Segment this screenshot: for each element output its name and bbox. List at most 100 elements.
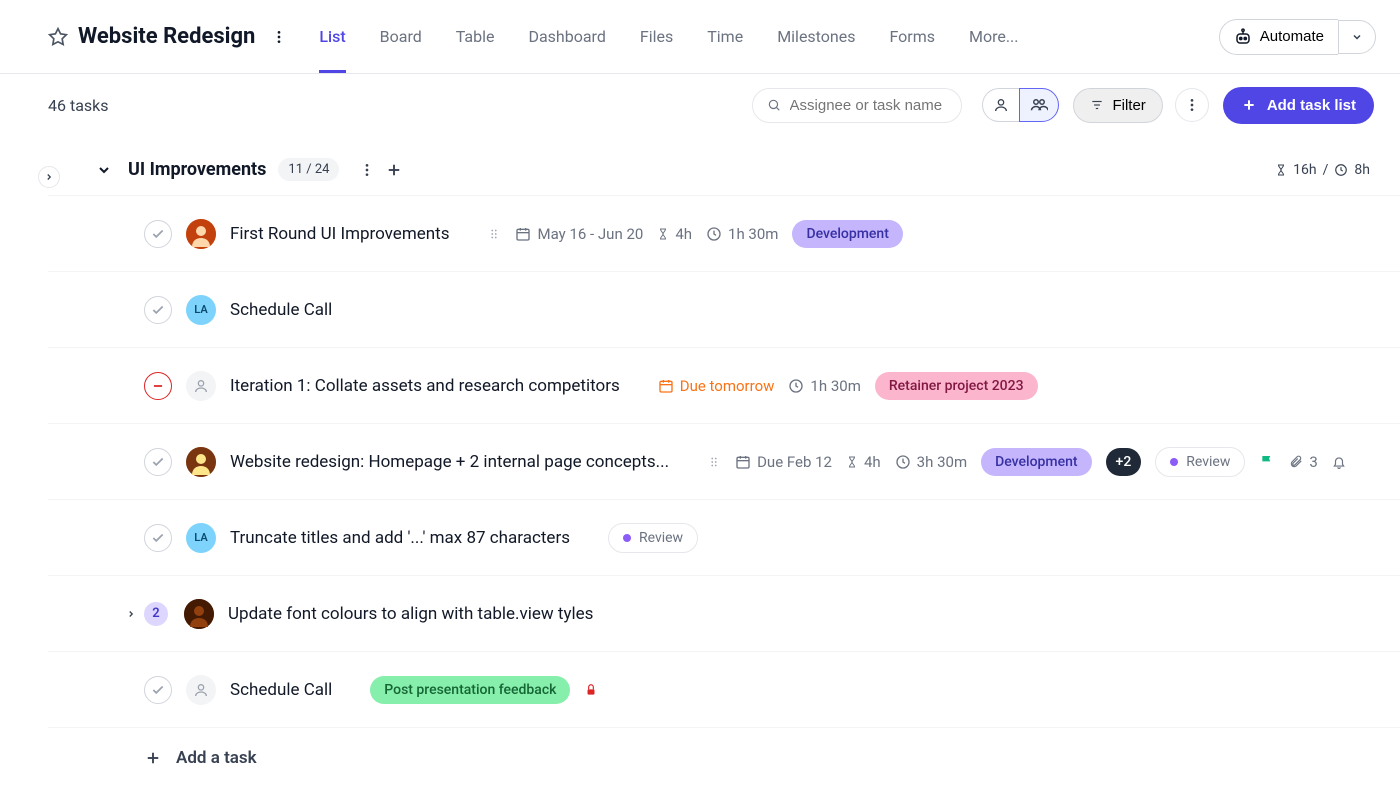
avatar[interactable] [186,371,216,401]
tab-board[interactable]: Board [380,0,422,73]
task-tag[interactable]: +2 [1106,448,1142,476]
project-header: Website Redesign List Board Table Dashbo… [0,0,1400,74]
grip-icon[interactable] [707,455,721,469]
tab-time[interactable]: Time [707,0,743,73]
section-title: UI Improvements [128,159,266,180]
tab-files[interactable]: Files [640,0,673,73]
avatar[interactable]: LA [186,523,216,553]
task-name: Schedule Call [230,680,332,700]
automate-button-group: Automate [1219,19,1376,55]
section-header: UI Improvements 11 / 24 16h / 8h [48,136,1400,195]
subtask-count: 2 [144,602,168,626]
toolbar-more-icon[interactable] [1175,88,1209,122]
task-row[interactable]: 2 Update font colours to align with table… [48,575,1400,651]
view-tabs: List Board Table Dashboard Files Time Mi… [319,0,1018,73]
task-name: Update font colours to align with table.… [228,604,593,624]
section-logged: 8h [1354,162,1370,178]
section-collapse-icon[interactable] [96,162,112,178]
project-title: Website Redesign [78,24,255,49]
tasks-count: 46 tasks [48,96,109,115]
task-meta: Due Feb 124h3h 30mDevelopment+2Review3 [707,447,1346,477]
automate-label: Automate [1260,28,1324,45]
task-row[interactable]: Iteration 1: Collate assets and research… [48,347,1400,423]
complete-toggle[interactable] [144,220,172,248]
expand-sidebar-icon[interactable] [38,166,60,188]
toolbar: 46 tasks Filter Add task list [0,74,1400,136]
star-icon[interactable] [48,27,68,47]
task-name: Truncate titles and add '...' max 87 cha… [230,528,570,548]
tab-more[interactable]: More... [969,0,1019,73]
task-logged-time: 1h 30m [706,225,778,243]
avatar[interactable] [186,675,216,705]
group-view-icon[interactable] [1019,88,1059,122]
automate-button[interactable]: Automate [1219,19,1338,55]
complete-toggle[interactable] [144,448,172,476]
task-estimate: 4h [657,225,692,243]
task-meta: May 16 - Jun 20 4h 1h 30m Development [487,220,902,248]
task-tag[interactable]: Retainer project 2023 [875,372,1038,400]
automate-dropdown-icon[interactable] [1338,20,1376,54]
search-input[interactable] [790,97,948,114]
flag-icon[interactable] [1259,454,1275,470]
task-due-warning: Due tomorrow [658,377,775,395]
add-task-row[interactable]: Add a task [48,727,1400,788]
status-badge[interactable]: Review [608,523,698,553]
task-list: First Round UI ImprovementsMay 16 - Jun … [48,195,1400,727]
filter-label: Filter [1112,97,1145,114]
section-more-icon[interactable] [357,160,377,180]
complete-toggle[interactable] [144,524,172,552]
plus-icon [1241,97,1257,113]
task-row[interactable]: LA Schedule Call [48,271,1400,347]
task-estimate: 4h [846,453,881,471]
task-meta: Post presentation feedback [370,676,598,704]
filter-button[interactable]: Filter [1073,88,1162,123]
grip-icon[interactable] [487,227,501,241]
tab-forms[interactable]: Forms [889,0,935,73]
add-task-label: Add a task [176,748,257,768]
tab-list[interactable]: List [319,0,345,73]
task-tag[interactable]: Post presentation feedback [370,676,570,704]
content-area: UI Improvements 11 / 24 16h / 8h First R… [0,136,1400,788]
robot-icon [1234,28,1252,46]
section-time-summary: 16h / 8h [1275,162,1370,178]
task-logged-time: 3h 30m [895,453,967,471]
tab-table[interactable]: Table [456,0,495,73]
task-date: May 16 - Jun 20 [515,225,643,243]
task-name: Website redesign: Homepage + 2 internal … [230,452,669,472]
search-box[interactable] [752,88,962,123]
avatar[interactable] [186,219,216,249]
clock-icon [1334,163,1348,177]
tab-milestones[interactable]: Milestones [777,0,855,73]
avatar[interactable]: LA [186,295,216,325]
task-row[interactable]: First Round UI ImprovementsMay 16 - Jun … [48,195,1400,271]
tab-dashboard[interactable]: Dashboard [528,0,605,73]
search-icon [767,97,781,113]
task-name: Schedule Call [230,300,332,320]
add-task-list-button[interactable]: Add task list [1223,87,1374,124]
complete-toggle[interactable] [144,676,172,704]
task-name: Iteration 1: Collate assets and research… [230,376,620,396]
task-row[interactable]: LA Truncate titles and add '...' max 87 c… [48,499,1400,575]
filter-icon [1090,98,1104,112]
plus-icon [144,749,162,767]
blocked-icon[interactable] [144,372,172,400]
avatar[interactable] [186,447,216,477]
subtask-expand-icon[interactable] [126,609,136,619]
view-toggle [982,88,1059,122]
attachments-count[interactable]: 3 [1289,453,1317,471]
section-count: 11 / 24 [278,158,339,181]
task-tag[interactable]: Development [981,448,1091,476]
task-row[interactable]: Schedule Call Post presentation feedback [48,651,1400,727]
task-meta: Due tomorrow1h 30mRetainer project 2023 [658,372,1038,400]
task-tag[interactable]: Development [792,220,902,248]
assignee-view-icon[interactable] [982,88,1019,122]
status-badge[interactable]: Review [1155,447,1245,477]
avatar[interactable] [184,599,214,629]
complete-toggle[interactable] [144,296,172,324]
task-row[interactable]: Website redesign: Homepage + 2 internal … [48,423,1400,499]
bell-icon[interactable] [1332,454,1346,470]
project-more-icon[interactable] [269,27,289,47]
section-estimated: 16h [1293,162,1316,178]
hourglass-icon [1275,163,1287,177]
section-add-icon[interactable] [385,161,403,179]
